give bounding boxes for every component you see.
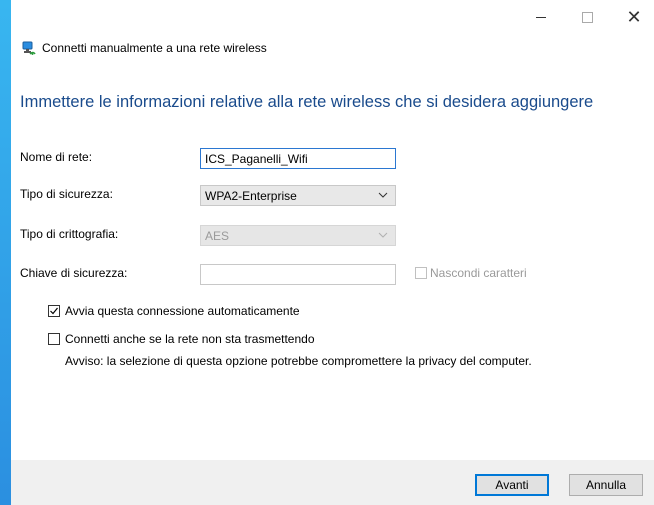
connect-hidden-label[interactable]: Connetti anche se la rete non sta trasme… [65,332,315,346]
maximize-icon [581,11,593,23]
minimize-button[interactable] [518,0,564,34]
wireless-network-icon [20,40,36,56]
auto-connect-checkbox[interactable] [48,305,60,317]
hide-characters-checkbox [415,267,427,279]
privacy-warning: Avviso: la selezione di questa opzione p… [65,354,532,368]
cancel-button[interactable]: Annulla [569,474,643,496]
hide-characters-label: Nascondi caratteri [430,266,527,280]
dialog-footer: Avanti Annulla [11,460,654,505]
security-type-select[interactable]: WPA2-Enterprise [200,185,396,206]
title-bar: ✕ [11,0,654,34]
dialog-window: ✕ Connetti manualmente a una rete wirele… [11,0,654,505]
network-name-input[interactable]: ICS_Paganelli_Wifi [200,148,396,169]
connect-hidden-checkbox[interactable] [48,333,60,345]
chevron-down-icon [378,192,388,198]
dialog-header: Connetti manualmente a una rete wireless [20,40,267,56]
security-key-input[interactable] [200,264,396,285]
security-key-label: Chiave di sicurezza: [20,266,128,280]
encryption-type-label: Tipo di crittografia: [20,227,119,241]
maximize-button[interactable] [564,0,610,34]
dialog-title: Connetti manualmente a una rete wireless [42,41,267,55]
security-type-value: WPA2-Enterprise [205,188,297,203]
next-button[interactable]: Avanti [475,474,549,496]
minimize-icon [536,16,546,18]
checkmark-icon [50,307,58,315]
close-button[interactable]: ✕ [611,0,654,34]
main-instruction: Immettere le informazioni relative alla … [20,93,594,111]
encryption-type-select: AES [200,225,396,246]
encryption-type-value: AES [205,228,230,243]
network-name-label: Nome di rete: [20,150,93,164]
security-type-label: Tipo di sicurezza: [20,187,113,201]
close-icon: ✕ [626,7,642,27]
chevron-down-icon [378,232,388,238]
auto-connect-label[interactable]: Avvia questa connessione automaticamente [65,304,300,318]
